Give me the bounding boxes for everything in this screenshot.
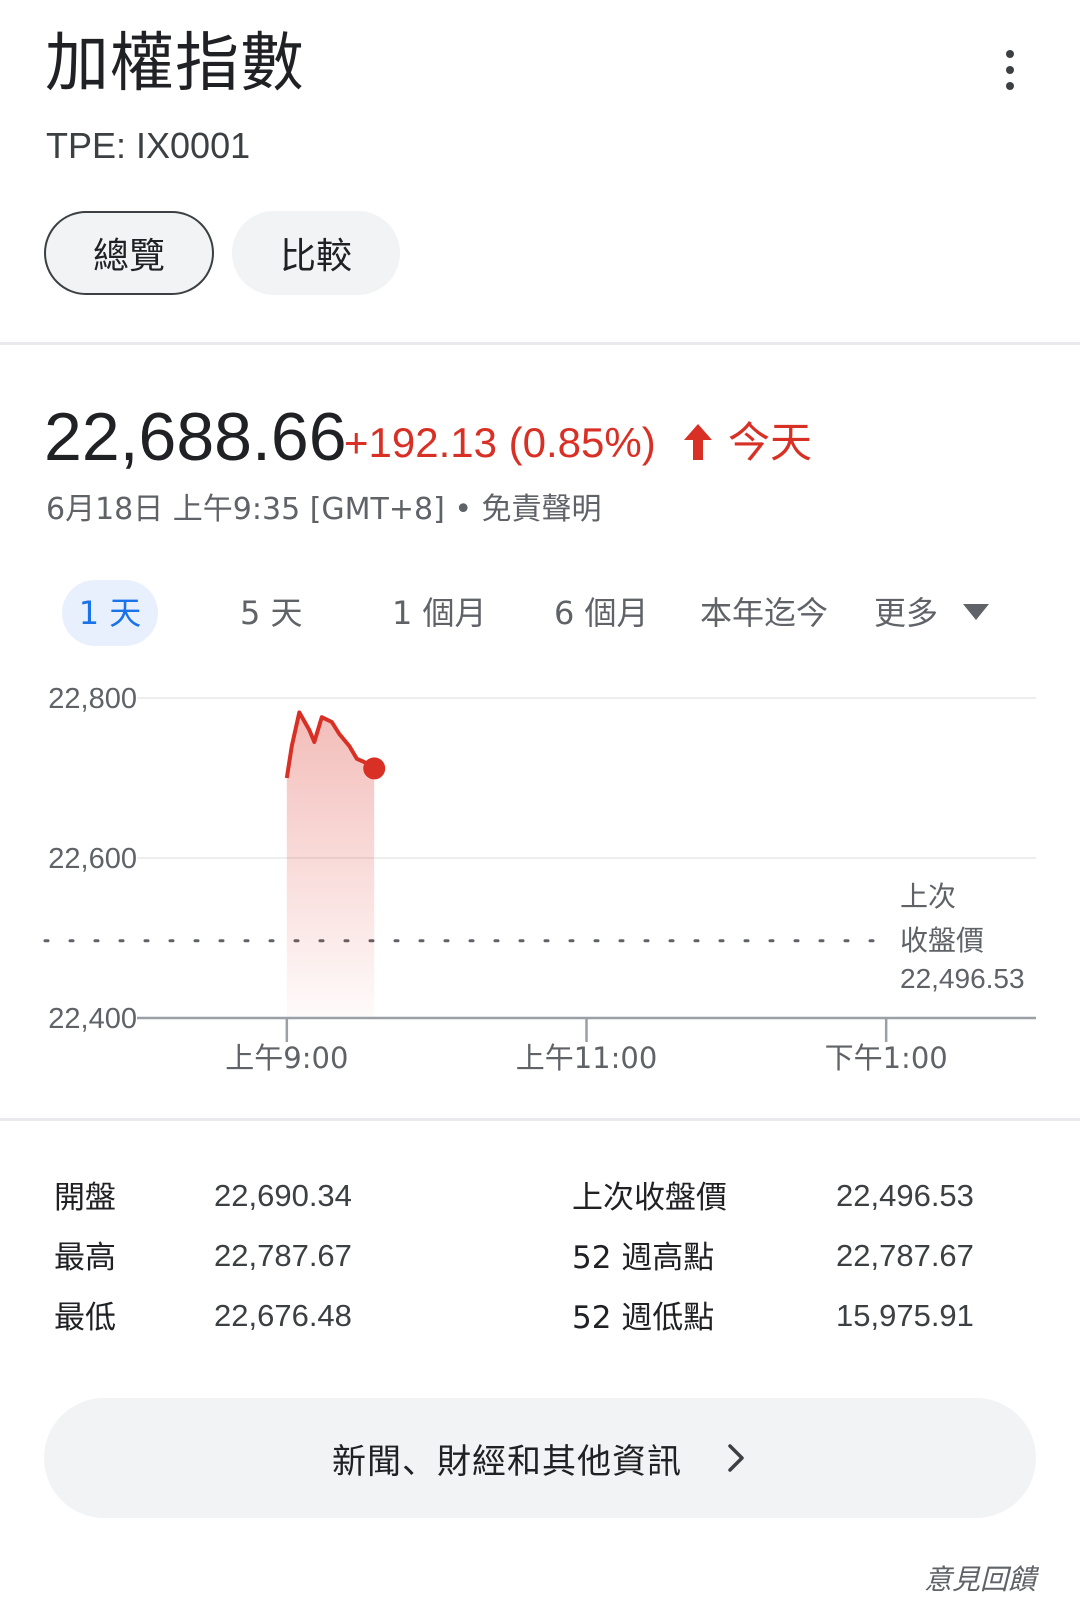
- ref-label-line2: 收盤價: [900, 924, 984, 957]
- stat-label-52wk-high: 52 週高點: [572, 1240, 715, 1276]
- range-more[interactable]: 更多: [874, 580, 938, 646]
- page-title: 加權指數: [45, 27, 305, 101]
- stat-label-open: 開盤: [54, 1180, 116, 1216]
- stat-value-prev-close: 22,496.53: [836, 1178, 974, 1213]
- current-price-dot: [363, 757, 386, 780]
- price-area: [286, 712, 375, 1018]
- ref-label-value: 22,496.53: [900, 963, 1025, 994]
- tab-overview[interactable]: 總覽: [44, 211, 214, 295]
- stat-value-high: 22,787.67: [214, 1238, 352, 1273]
- stat-value-52wk-high: 22,787.67: [836, 1238, 974, 1273]
- ticker-symbol: TPE: IX0001: [46, 125, 251, 166]
- y-tick-label: 22,600: [48, 843, 137, 875]
- stat-label-52wk-low: 52 週低點: [572, 1300, 715, 1336]
- more-vert-icon[interactable]: [1000, 50, 1020, 92]
- range-ytd[interactable]: 本年迄今: [700, 580, 828, 646]
- divider: [0, 342, 1080, 345]
- stat-value-open: 22,690.34: [214, 1178, 352, 1213]
- price-chart: 22,800 22,600 22,400 上午9:00 上午11:00 下午1:00 上次…: [43, 683, 1036, 1075]
- stat-label-prev-close: 上次收盤價: [572, 1180, 727, 1216]
- range-1-day[interactable]: 1 天: [62, 580, 158, 646]
- x-tick-label: 上午11:00: [516, 1041, 658, 1075]
- stat-label-low: 最低: [54, 1300, 116, 1336]
- ref-label-line1: 上次: [900, 880, 956, 913]
- stat-value-52wk-low: 15,975.91: [836, 1298, 974, 1333]
- tab-compare[interactable]: 比較: [232, 211, 400, 295]
- feedback-link[interactable]: 意見回饋: [924, 1558, 1036, 1598]
- arrow-up-icon: [684, 424, 712, 460]
- divider: [0, 1118, 1080, 1121]
- news-button[interactable]: 新聞、財經和其他資訊: [44, 1398, 1036, 1518]
- current-price: 22,688.66: [44, 399, 347, 475]
- range-5-day[interactable]: 5 天: [240, 580, 303, 646]
- chevron-right-icon: [728, 1444, 744, 1472]
- stat-label-high: 最高: [54, 1240, 116, 1276]
- price-change: +192.13 (0.85%): [344, 419, 656, 466]
- caret-down-icon[interactable]: [963, 604, 989, 620]
- x-tick-label: 上午9:00: [225, 1041, 348, 1075]
- news-button-label: 新聞、財經和其他資訊: [332, 1441, 682, 1482]
- y-tick-label: 22,400: [48, 1003, 137, 1035]
- y-tick-label: 22,800: [48, 683, 137, 715]
- range-6-month[interactable]: 6 個月: [554, 580, 649, 646]
- range-1-month[interactable]: 1 個月: [392, 580, 487, 646]
- quote-timestamp[interactable]: 6月18日 上午9:35 [GMT+8] • 免責聲明: [46, 490, 602, 530]
- x-tick-label: 下午1:00: [825, 1041, 948, 1075]
- stat-value-low: 22,676.48: [214, 1298, 352, 1333]
- period-label: 今天: [728, 418, 813, 467]
